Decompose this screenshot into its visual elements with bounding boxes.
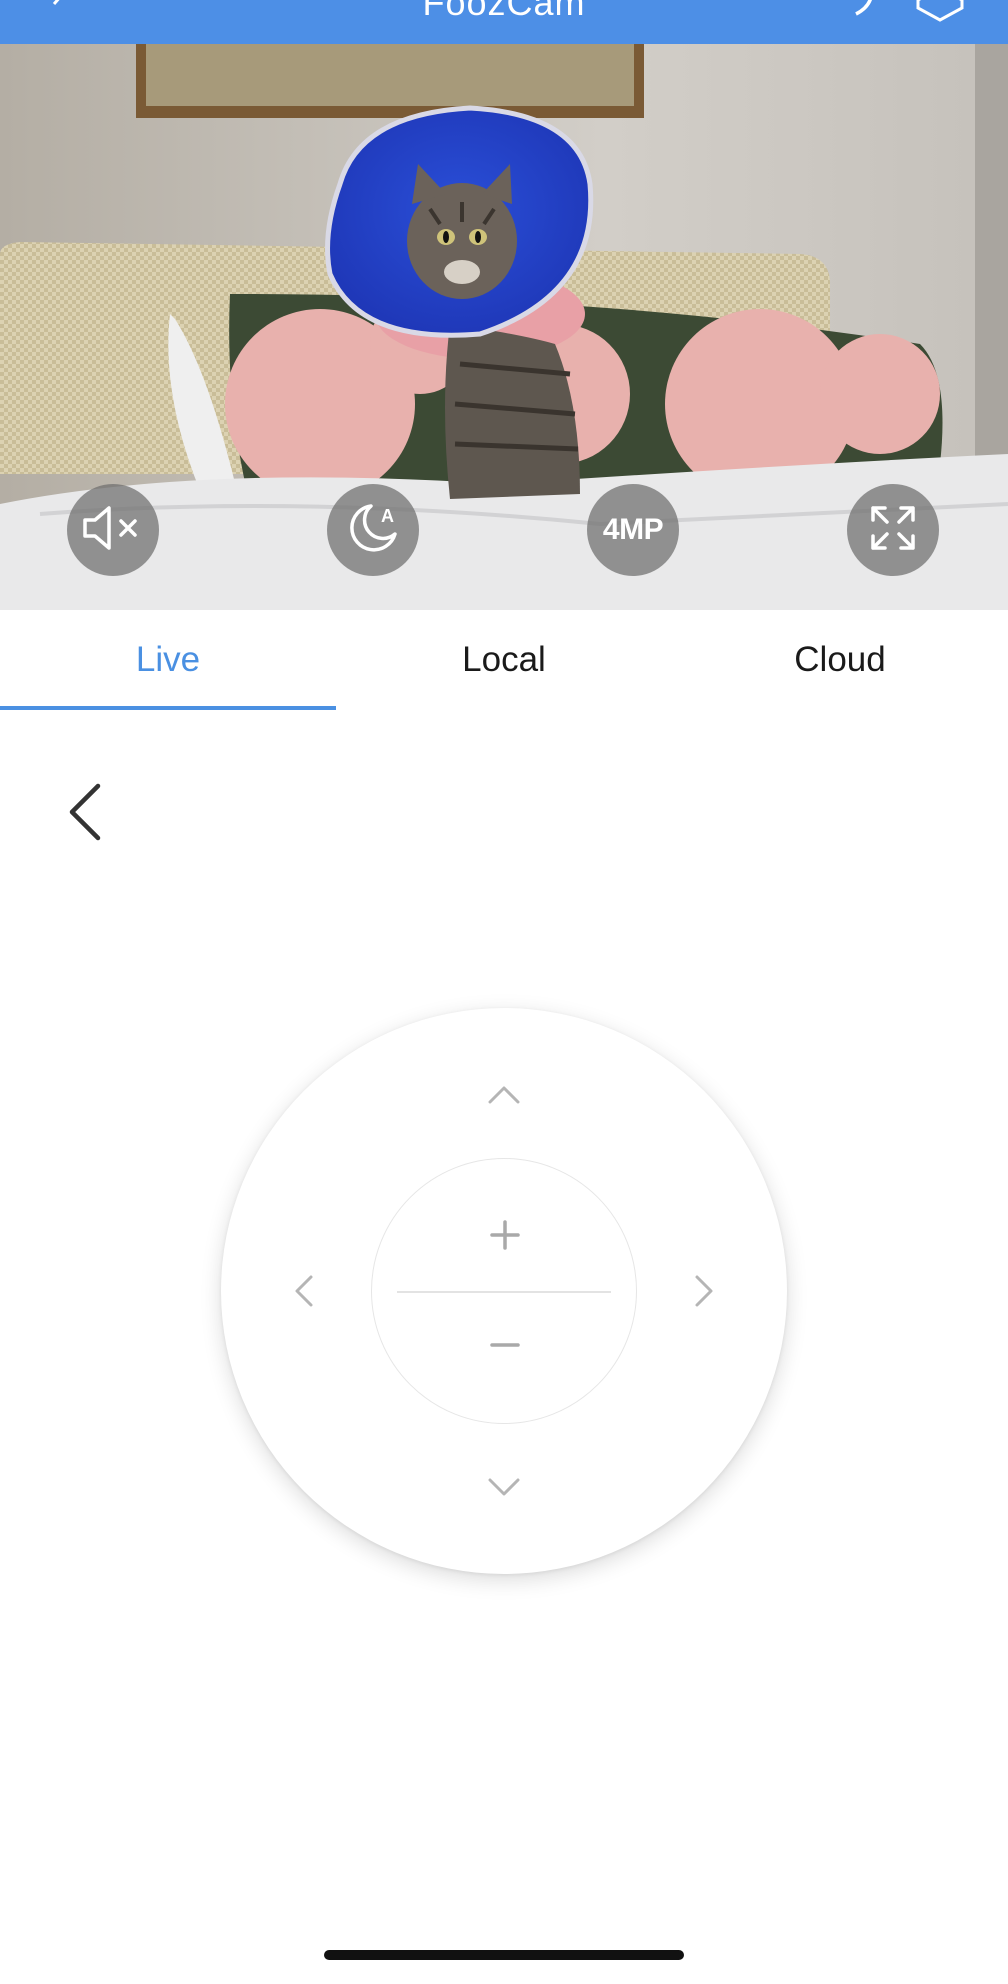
resolution-button[interactable]: 4MP <box>587 484 679 576</box>
minus-icon <box>489 1327 521 1364</box>
mute-icon <box>81 502 145 559</box>
night-mode-auto-icon: A <box>343 498 403 563</box>
chevron-left-icon <box>64 783 108 848</box>
night-mode-button[interactable]: A <box>327 484 419 576</box>
settings-icon[interactable] <box>912 0 968 29</box>
pan-left-button[interactable] <box>291 1271 315 1316</box>
mute-button[interactable] <box>67 484 159 576</box>
fullscreen-button[interactable] <box>847 484 939 576</box>
home-indicator <box>324 1950 684 1960</box>
zoom-out-button[interactable] <box>372 1285 638 1405</box>
view-tabs: Live Local Cloud <box>0 610 1008 710</box>
pan-up-button[interactable] <box>484 1082 524 1111</box>
fullscreen-icon <box>867 502 919 559</box>
chevron-right-icon <box>693 1275 717 1315</box>
tab-local[interactable]: Local <box>336 610 672 710</box>
phone-icon[interactable] <box>842 0 882 29</box>
collapse-ptz-button[interactable] <box>64 780 108 849</box>
zoom-in-button[interactable] <box>372 1177 638 1297</box>
live-video[interactable]: A 4MP <box>0 44 1008 610</box>
chevron-up-icon <box>484 1086 524 1110</box>
plus-icon <box>489 1219 521 1256</box>
tab-cloud[interactable]: Cloud <box>672 610 1008 710</box>
svg-text:A: A <box>381 506 394 526</box>
ptz-control <box>221 1008 787 1574</box>
zoom-control <box>371 1158 637 1424</box>
active-tab-indicator <box>0 706 336 710</box>
resolution-label: 4MP <box>602 513 664 546</box>
app-bar: FoozCam <box>0 0 1008 44</box>
pan-right-button[interactable] <box>693 1271 717 1316</box>
chevron-left-icon <box>291 1275 315 1315</box>
tab-live[interactable]: Live <box>0 610 336 710</box>
chevron-down-icon <box>484 1478 524 1504</box>
pan-down-button[interactable] <box>484 1476 524 1505</box>
